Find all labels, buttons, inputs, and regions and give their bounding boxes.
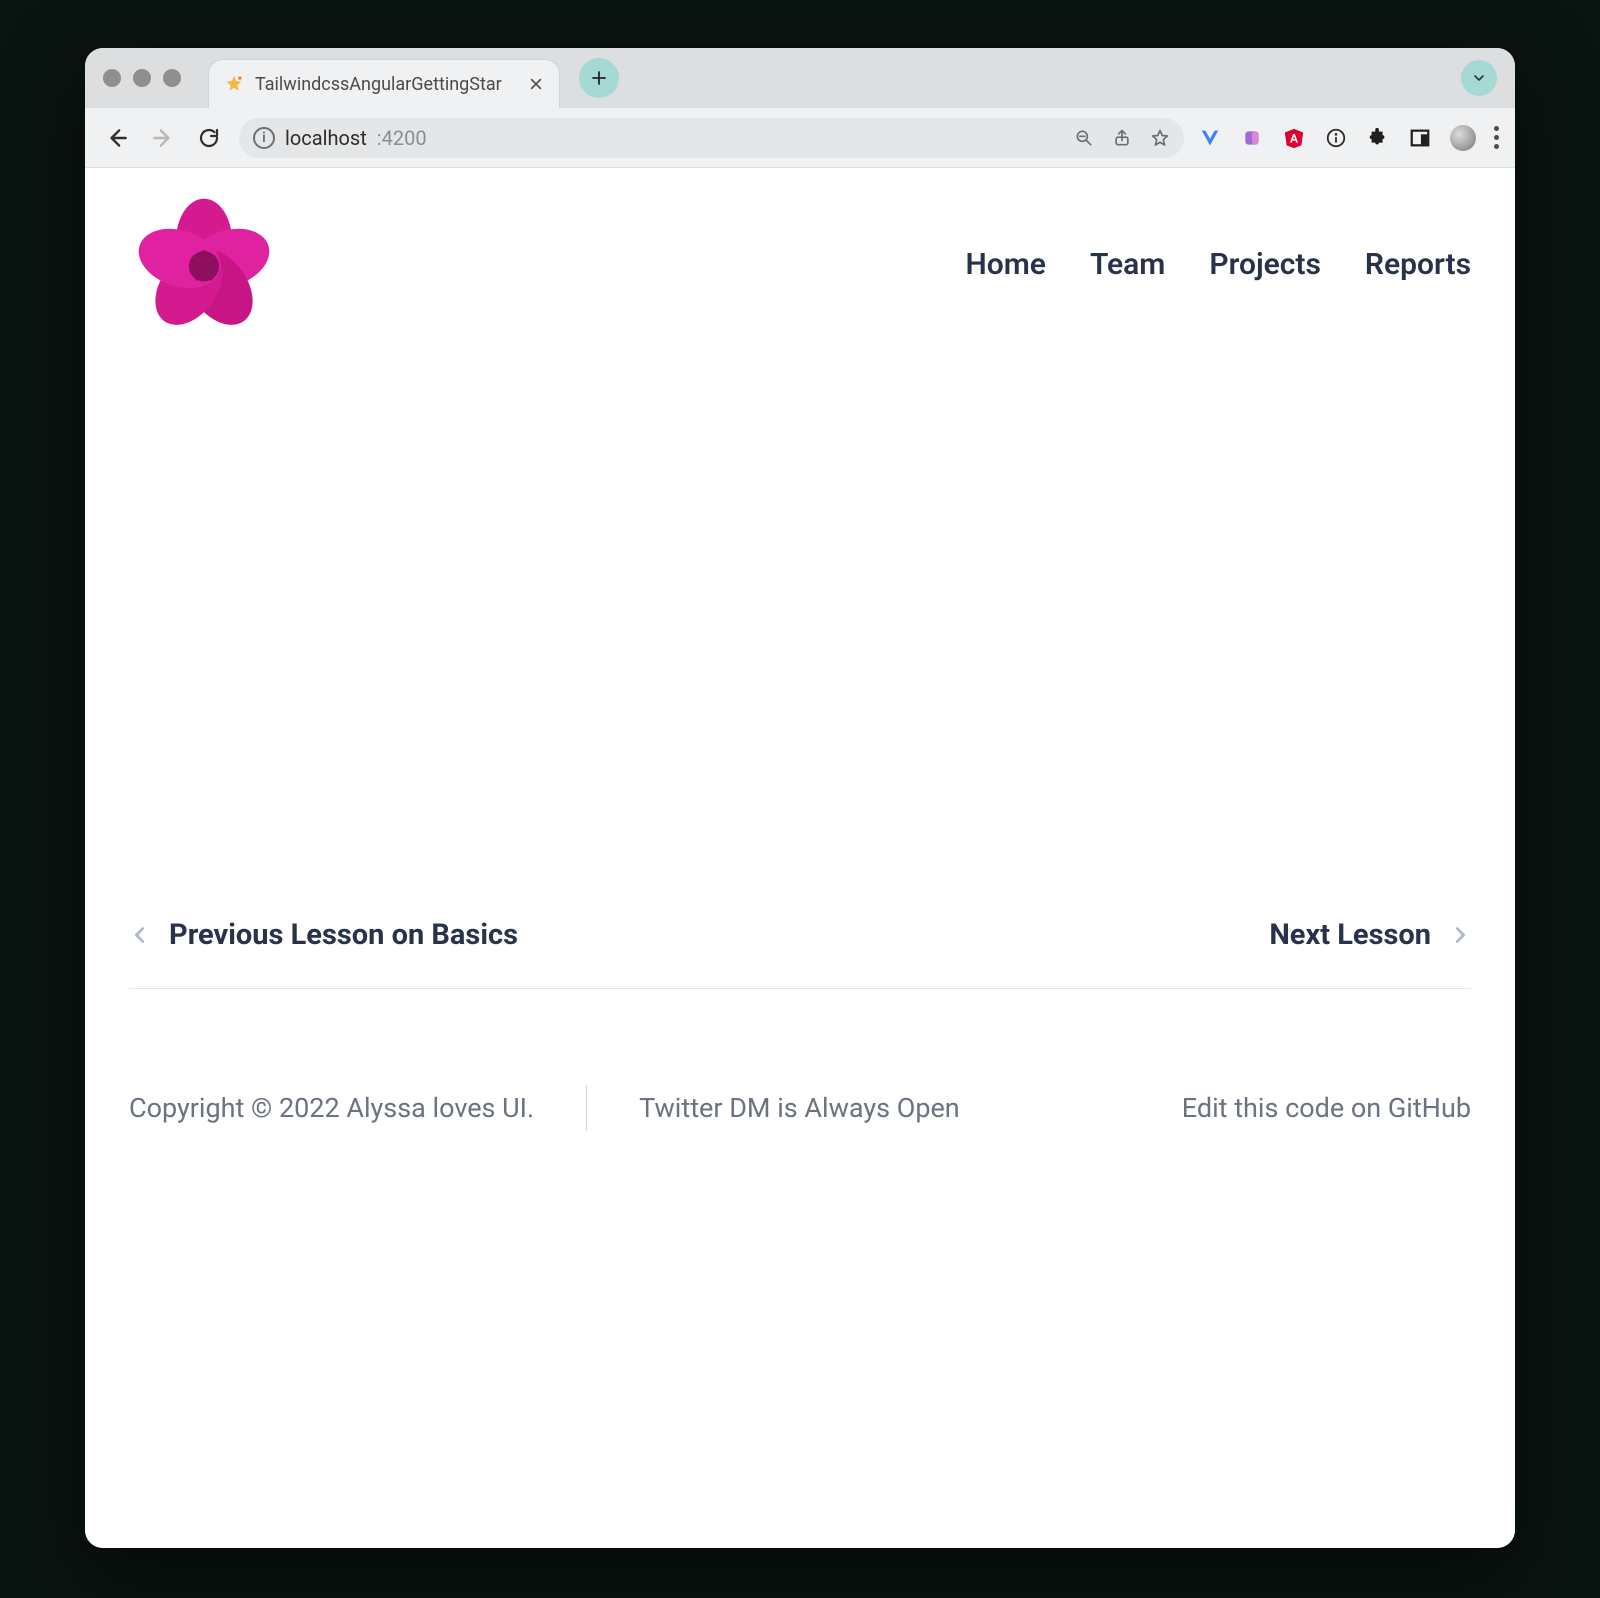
next-lesson-link[interactable]: Next Lesson — [1269, 918, 1471, 952]
next-lesson-label: Next Lesson — [1269, 918, 1431, 952]
extension-icons: A — [1198, 125, 1499, 151]
prev-lesson-label: Previous Lesson on Basics — [169, 918, 518, 952]
nav-link-reports[interactable]: Reports — [1365, 247, 1471, 282]
omnibox-actions — [1074, 128, 1170, 148]
extension-gradient-icon[interactable] — [1240, 126, 1264, 150]
site-nav: Home Team Projects Reports — [966, 247, 1471, 282]
url-port: :4200 — [377, 126, 427, 150]
share-icon[interactable] — [1112, 128, 1132, 148]
site-header: Home Team Projects Reports — [129, 188, 1471, 358]
lesson-navigation: Previous Lesson on Basics Next Lesson — [129, 918, 1471, 988]
chevron-right-icon — [1449, 924, 1471, 946]
page-content: Home Team Projects Reports Previous Less… — [85, 168, 1515, 1191]
tabstrip: TailwindcssAngularGettingStar — [85, 48, 1515, 108]
profile-avatar[interactable] — [1450, 125, 1476, 151]
extensions-puzzle-icon[interactable] — [1366, 126, 1390, 150]
chevron-left-icon — [129, 924, 151, 946]
nav-link-projects[interactable]: Projects — [1209, 247, 1321, 282]
tab-favicon-icon — [223, 73, 245, 95]
browser-tab[interactable]: TailwindcssAngularGettingStar — [209, 60, 559, 108]
footer-separator — [586, 1085, 587, 1131]
zoom-icon[interactable] — [1074, 128, 1094, 148]
extension-vue-icon[interactable] — [1198, 126, 1222, 150]
window-minimize-button[interactable] — [133, 69, 151, 87]
reload-button[interactable] — [193, 122, 225, 154]
devices-icon[interactable] — [1408, 126, 1432, 150]
extension-info-icon[interactable] — [1324, 126, 1348, 150]
page-viewport: Home Team Projects Reports Previous Less… — [85, 168, 1515, 1548]
window-controls — [103, 69, 181, 87]
address-bar[interactable]: i localhost :4200 — [239, 118, 1184, 158]
bookmark-star-icon[interactable] — [1150, 128, 1170, 148]
nav-link-home[interactable]: Home — [966, 247, 1046, 282]
tab-title: TailwindcssAngularGettingStar — [255, 74, 517, 95]
back-button[interactable] — [101, 122, 133, 154]
footer-github-link[interactable]: Edit this code on GitHub — [1182, 1092, 1471, 1124]
site-footer: Copyright © 2022 Alyssa loves UI. Twitte… — [129, 989, 1471, 1131]
url-host: localhost — [285, 126, 367, 150]
footer-twitter-link[interactable]: Twitter DM is Always Open — [639, 1092, 960, 1124]
forward-button[interactable] — [147, 122, 179, 154]
prev-lesson-link[interactable]: Previous Lesson on Basics — [129, 918, 518, 952]
window-close-button[interactable] — [103, 69, 121, 87]
extension-angular-icon[interactable]: A — [1282, 126, 1306, 150]
browser-menu-button[interactable] — [1494, 126, 1499, 149]
svg-text:A: A — [1290, 131, 1298, 145]
site-info-icon[interactable]: i — [253, 127, 275, 149]
tab-close-button[interactable] — [527, 75, 545, 93]
browser-window: TailwindcssAngularGettingStar i localhos… — [85, 48, 1515, 1548]
tab-overflow-button[interactable] — [1461, 60, 1497, 96]
site-logo-flower-icon[interactable] — [129, 194, 279, 334]
new-tab-button[interactable] — [579, 58, 619, 98]
footer-copyright: Copyright © 2022 Alyssa loves UI. — [129, 1092, 534, 1124]
content-spacer — [129, 358, 1471, 918]
window-maximize-button[interactable] — [163, 69, 181, 87]
browser-toolbar: i localhost :4200 A — [85, 108, 1515, 168]
nav-link-team[interactable]: Team — [1090, 247, 1165, 282]
